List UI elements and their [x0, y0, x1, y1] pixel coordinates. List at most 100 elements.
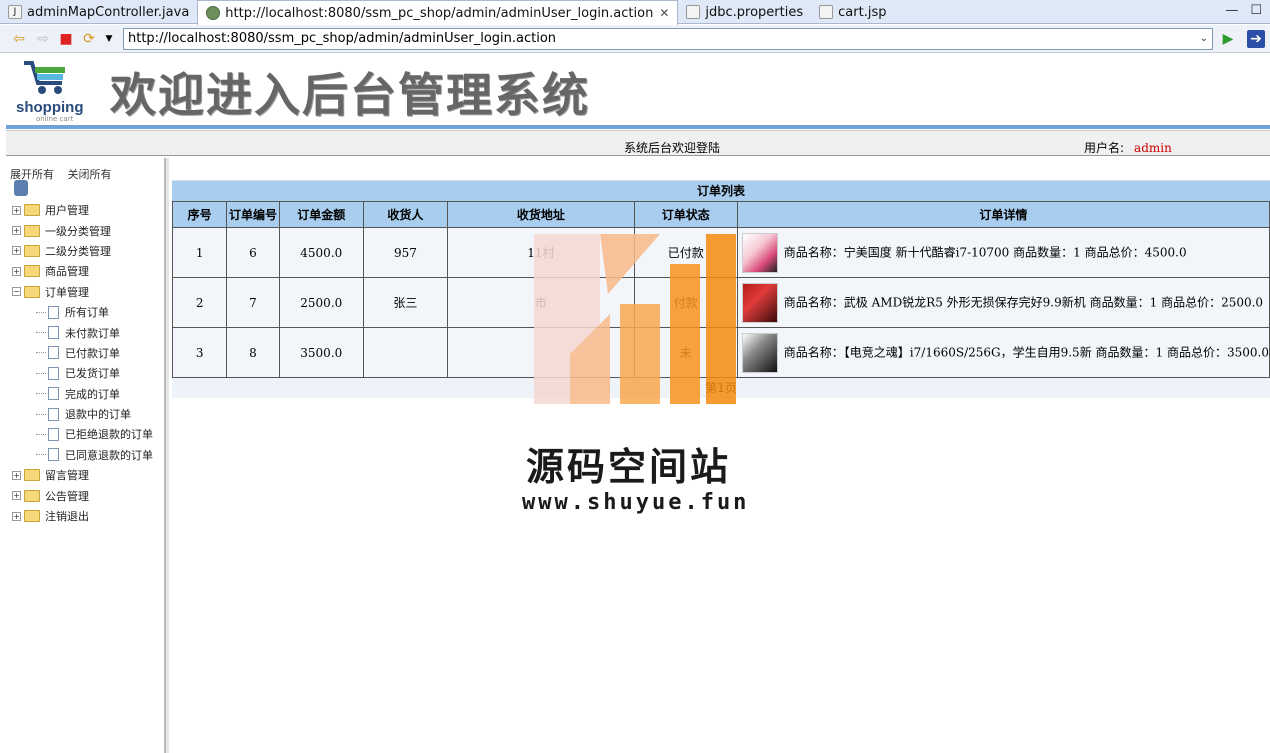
list-title: 订单列表 — [172, 180, 1270, 201]
sidebar-item[interactable]: + 二级分类管理 — [12, 241, 164, 261]
expand-icon[interactable]: + — [12, 511, 21, 521]
folder-icon — [24, 285, 40, 298]
sidebar-item-label: 已发货订单 — [65, 367, 120, 381]
product-qty: 商品数量：1 — [1089, 295, 1158, 309]
back-icon[interactable]: ⇦ — [10, 30, 28, 48]
sidebar-item[interactable]: 已付款订单 — [12, 343, 164, 363]
url-input[interactable]: http://localhost:8080/ssm_pc_shop/admin/… — [123, 28, 1213, 50]
window-controls: — ☐ — [1225, 3, 1262, 18]
sidebar-item[interactable]: 已拒绝退款的订单 — [12, 424, 164, 444]
page-icon — [48, 387, 59, 401]
tab-jdbc-properties[interactable]: jdbc.properties — [678, 0, 811, 24]
user-label: 用户名: — [1084, 141, 1125, 155]
properties-file-icon — [686, 5, 701, 19]
cell-detail: 商品名称：武极 AMD锐龙R5 外形无损保存完好9.9新机 商品数量：1 商品总… — [736, 277, 1270, 328]
product-name: 商品名称：宁美国度 新十代酷睿i7-10700 — [783, 245, 1010, 259]
refresh-icon[interactable]: ⟳ — [80, 30, 98, 48]
tab-browser[interactable]: http://localhost:8080/ssm_pc_shop/admin/… — [197, 0, 679, 25]
expand-icon[interactable]: + — [12, 266, 21, 276]
cell-seq: 1 — [171, 227, 228, 278]
cell-amount: 2500.0 — [278, 277, 364, 328]
tab-cart-jsp[interactable]: cart.jsp — [811, 0, 894, 24]
sidebar-item[interactable]: + 公告管理 — [12, 485, 164, 505]
maximize-icon[interactable]: ☐ — [1250, 3, 1262, 18]
product-total: 商品总价：3500.0 — [1167, 345, 1269, 359]
expand-icon[interactable]: + — [12, 205, 21, 215]
sidebar-item[interactable]: 退款中的订单 — [12, 404, 164, 424]
sidebar-item[interactable]: − 订单管理 — [12, 282, 164, 302]
collapse-icon[interactable]: − — [12, 287, 21, 297]
watermark-logo — [534, 234, 736, 404]
page-icon — [48, 427, 59, 441]
tab-label: cart.jsp — [838, 4, 887, 20]
header-divider — [6, 125, 1270, 129]
expand-icon[interactable]: + — [12, 246, 21, 256]
tab-java-file[interactable]: JadminMapController.java — [0, 0, 197, 24]
tree-line — [36, 454, 46, 456]
sidebar-item[interactable]: 完成的订单 — [12, 384, 164, 404]
sidebar-item-label: 完成的订单 — [65, 387, 120, 401]
page-title: 欢迎进入后台管理系统 — [110, 68, 590, 122]
tree-line — [36, 413, 46, 415]
site-header: shopping online cart 欢迎进入后台管理系统 — [6, 53, 1270, 125]
sidebar-item-label: 已付款订单 — [65, 346, 120, 360]
cell-detail: 商品名称：宁美国度 新十代酷睿i7-10700 商品数量：1 商品总价：4500… — [736, 227, 1270, 278]
sidebar-item-label: 已同意退款的订单 — [65, 448, 153, 462]
product-thumbnail — [741, 232, 778, 273]
sidebar-item[interactable]: + 留言管理 — [12, 465, 164, 485]
product-thumbnail — [741, 282, 778, 323]
product-thumbnail — [741, 332, 778, 373]
folder-icon — [24, 244, 40, 257]
sidebar-item[interactable]: 未付款订单 — [12, 322, 164, 342]
tree-line — [36, 393, 46, 395]
sidebar-item[interactable]: + 用户管理 — [12, 200, 164, 220]
sidebar-item[interactable]: + 一级分类管理 — [12, 220, 164, 240]
sidebar-item[interactable]: 已同意退款的订单 — [12, 445, 164, 465]
forward-icon[interactable]: ⇨ — [34, 30, 52, 48]
welcome-text: 系统后台欢迎登陆 — [624, 141, 721, 155]
watermark-title: 源码空间站 — [526, 445, 732, 489]
product-total: 商品总价：2500.0 — [1161, 295, 1264, 309]
sidebar-item[interactable]: + 注销退出 — [12, 506, 164, 526]
sidebar-item-label: 商品管理 — [45, 265, 89, 279]
cart-icon — [24, 61, 65, 94]
tree-line — [36, 352, 46, 354]
folder-icon — [24, 204, 40, 217]
tree-line — [36, 332, 46, 334]
expand-icon[interactable]: + — [12, 470, 21, 480]
sidebar-item-label: 订单管理 — [45, 285, 89, 299]
chevron-down-icon[interactable]: ▼ — [100, 30, 118, 48]
open-external-icon[interactable]: ➔ — [1247, 30, 1265, 48]
page-icon — [48, 448, 59, 462]
go-icon[interactable]: ▶ — [1219, 30, 1237, 48]
sidebar-item[interactable]: 所有订单 — [12, 302, 164, 322]
sidebar-item-label: 已拒绝退款的订单 — [65, 428, 153, 442]
stop-icon[interactable]: ■ — [57, 30, 75, 48]
close-icon[interactable]: ✕ — [659, 6, 669, 20]
page-icon — [48, 326, 59, 340]
page-icon — [48, 407, 59, 421]
splitter[interactable] — [166, 158, 169, 753]
sidebar-item[interactable]: 已发货订单 — [12, 363, 164, 383]
cell-order-id: 8 — [226, 327, 280, 378]
product-total: 商品总价：4500.0 — [1084, 245, 1187, 259]
folder-icon — [24, 224, 40, 237]
cell-receiver: 张三 — [362, 277, 448, 328]
col-header: 订单金额 — [278, 201, 364, 228]
page-icon — [48, 346, 59, 360]
chevron-down-icon[interactable]: ⌄ — [1200, 29, 1208, 49]
cell-receiver: 957 — [362, 227, 448, 278]
sidebar-item-label: 注销退出 — [45, 510, 89, 524]
cell-order-id: 7 — [226, 277, 280, 328]
sidebar-item-label: 二级分类管理 — [45, 244, 111, 258]
jsp-file-icon — [819, 5, 834, 19]
sidebar-item[interactable]: + 商品管理 — [12, 261, 164, 281]
minimize-icon[interactable]: — — [1225, 3, 1238, 18]
col-header: 订单详情 — [736, 201, 1270, 228]
cell-detail: 商品名称：【电竞之魂】i7/1660S/256G，学生自用9.5新 商品数量：1… — [736, 327, 1270, 378]
sidebar-item-label: 所有订单 — [65, 306, 109, 320]
menu-tree: + 用户管理 + 一级分类管理 + 二级分类管理 + 商品管理 − 订单管理 所有订单 未付款订单 已付… — [12, 180, 164, 526]
expand-icon[interactable]: + — [12, 226, 21, 236]
expand-icon[interactable]: + — [12, 491, 21, 501]
folder-icon — [24, 469, 40, 482]
